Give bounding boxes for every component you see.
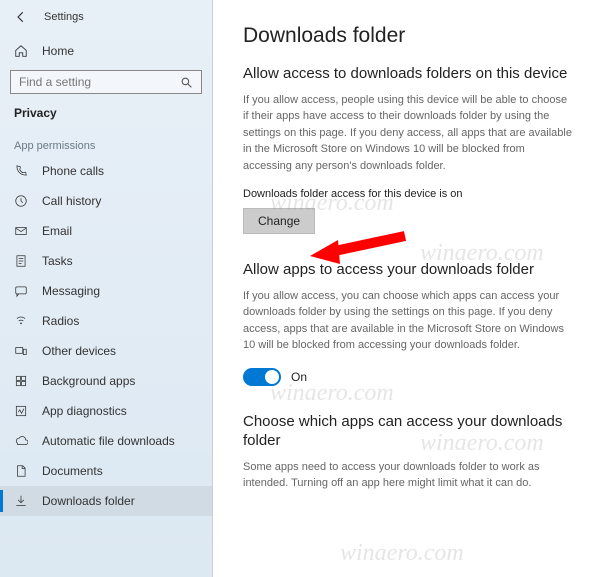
home-label: Home: [42, 44, 74, 58]
sidebar-item-label: Background apps: [42, 374, 135, 388]
diagnostics-icon: [14, 404, 28, 418]
sidebar-item-documents[interactable]: Documents: [0, 456, 212, 486]
search-icon: [180, 76, 193, 89]
sidebar-item-label: Messaging: [42, 284, 100, 298]
search-box[interactable]: [10, 70, 202, 94]
sidebar-item-label: Documents: [42, 464, 103, 478]
window-title: Settings: [44, 11, 84, 23]
clock-icon: [14, 194, 28, 208]
sidebar-item-auto-file-downloads[interactable]: Automatic file downloads: [0, 426, 212, 456]
sidebar: Settings Home Privacy App permissions Ph…: [0, 0, 213, 577]
download-icon: [14, 494, 28, 508]
section3-title: Choose which apps can access your downlo…: [243, 412, 572, 451]
email-icon: [14, 224, 28, 238]
sidebar-item-background-apps[interactable]: Background apps: [0, 366, 212, 396]
search-input[interactable]: [19, 75, 180, 89]
main-content: Downloads folder Allow access to downloa…: [213, 0, 600, 577]
section1-title: Allow access to downloads folders on thi…: [243, 64, 572, 84]
phone-icon: [14, 164, 28, 178]
sidebar-item-email[interactable]: Email: [0, 216, 212, 246]
sidebar-item-label: Phone calls: [42, 164, 104, 178]
access-toggle[interactable]: [243, 368, 281, 386]
sidebar-item-downloads-folder[interactable]: Downloads folder: [0, 486, 212, 516]
toggle-label: On: [291, 370, 307, 384]
sidebar-item-label: Automatic file downloads: [42, 434, 175, 448]
sidebar-item-call-history[interactable]: Call history: [0, 186, 212, 216]
sidebar-item-label: Call history: [42, 194, 101, 208]
sidebar-item-phone-calls[interactable]: Phone calls: [0, 156, 212, 186]
section1-status: Downloads folder access for this device …: [243, 188, 572, 200]
sidebar-list[interactable]: Phone calls Call history Email Tasks Mes…: [0, 156, 212, 577]
devices-icon: [14, 344, 28, 358]
section2-title: Allow apps to access your downloads fold…: [243, 260, 572, 280]
section2-desc: If you allow access, you can choose whic…: [243, 288, 572, 354]
home-nav[interactable]: Home: [0, 34, 212, 66]
sidebar-item-label: Downloads folder: [42, 494, 135, 508]
tasks-icon: [14, 254, 28, 268]
sidebar-item-label: Email: [42, 224, 72, 238]
section-header: App permissions: [0, 130, 212, 156]
radio-icon: [14, 314, 28, 328]
document-icon: [14, 464, 28, 478]
sidebar-item-label: Other devices: [42, 344, 116, 358]
active-section-label: Privacy: [0, 100, 212, 130]
cloud-download-icon: [14, 434, 28, 448]
titlebar: Settings: [0, 0, 212, 34]
sidebar-item-other-devices[interactable]: Other devices: [0, 336, 212, 366]
page-title: Downloads folder: [243, 24, 572, 48]
message-icon: [14, 284, 28, 298]
sidebar-item-app-diagnostics[interactable]: App diagnostics: [0, 396, 212, 426]
sidebar-item-label: Radios: [42, 314, 79, 328]
home-icon: [14, 44, 28, 58]
search-row: [0, 66, 212, 100]
sidebar-item-label: Tasks: [42, 254, 73, 268]
sidebar-item-radios[interactable]: Radios: [0, 306, 212, 336]
section3-desc: Some apps need to access your downloads …: [243, 459, 572, 492]
toggle-row: On: [243, 368, 572, 386]
section1-desc: If you allow access, people using this d…: [243, 92, 572, 175]
sidebar-item-messaging[interactable]: Messaging: [0, 276, 212, 306]
sidebar-item-tasks[interactable]: Tasks: [0, 246, 212, 276]
apps-icon: [14, 374, 28, 388]
change-button[interactable]: Change: [243, 208, 315, 234]
back-button[interactable]: [14, 10, 28, 24]
sidebar-item-label: App diagnostics: [42, 404, 127, 418]
